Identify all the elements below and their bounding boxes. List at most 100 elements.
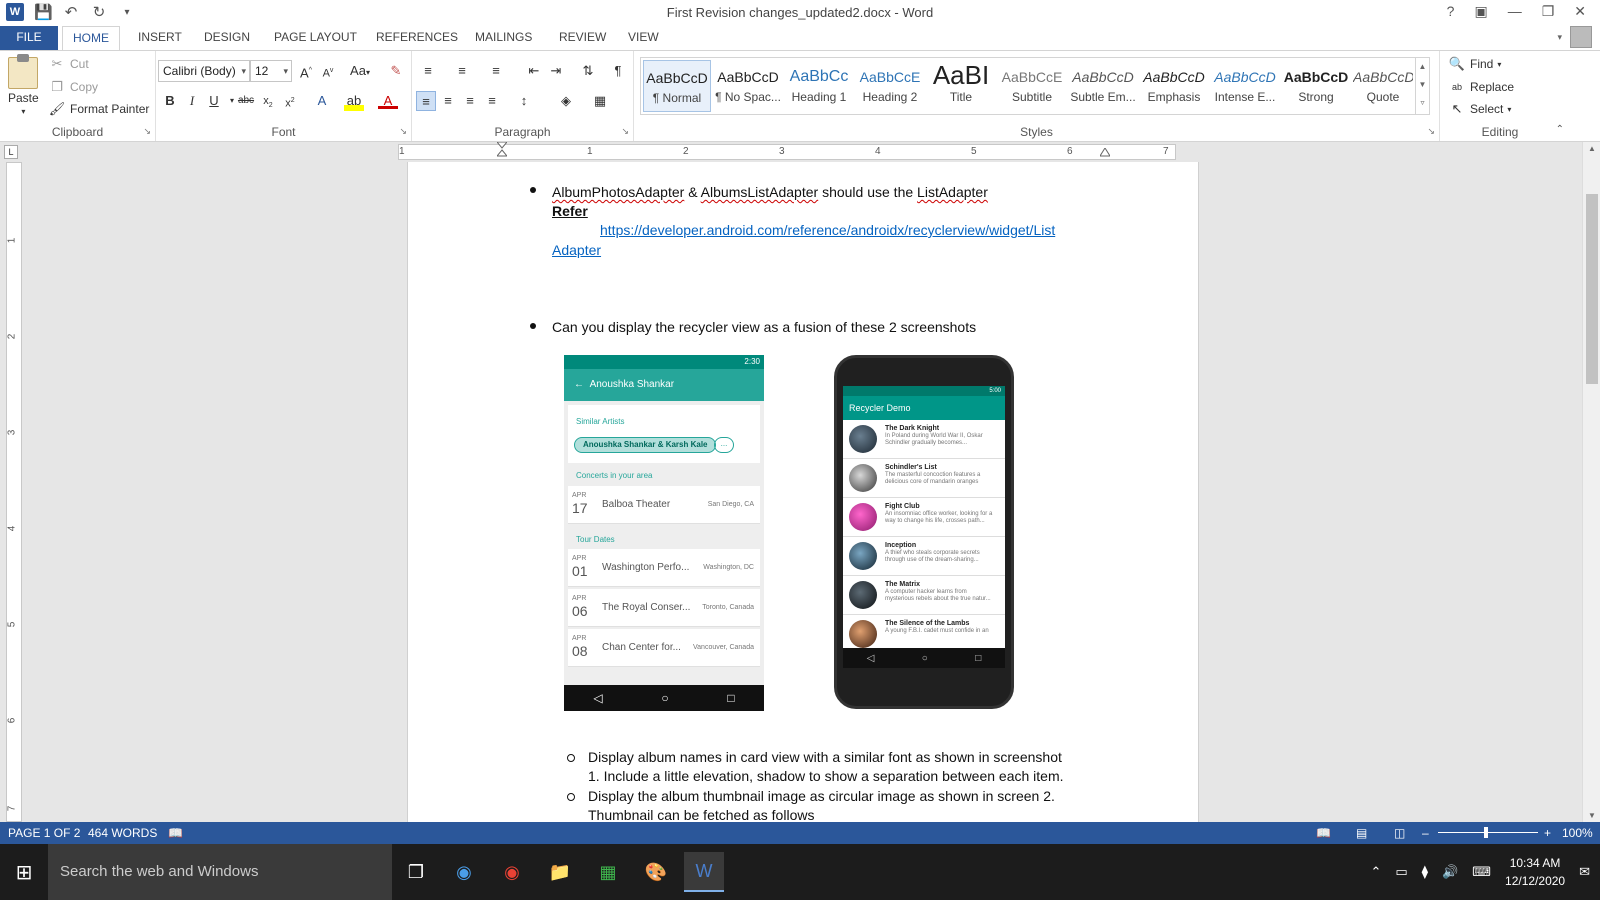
bold-button[interactable]: B: [160, 91, 180, 111]
text-effects-icon[interactable]: A: [312, 91, 332, 111]
taskbar-clock[interactable]: 10:34 AM 12/12/2020: [1505, 854, 1565, 890]
shrink-font-icon[interactable]: Av: [318, 61, 338, 81]
horizontal-ruler[interactable]: 1 1 2 3 4 5 6 7: [398, 144, 1176, 160]
more-styles-icon[interactable]: ▿: [1416, 94, 1429, 112]
tab-review[interactable]: REVIEW: [549, 26, 616, 50]
numbering-icon[interactable]: ≡: [452, 61, 472, 81]
dialog-launcher-icon[interactable]: ↘: [399, 126, 407, 137]
paint-icon[interactable]: 🎨: [636, 852, 676, 892]
scrollbar-thumb[interactable]: [1586, 194, 1598, 384]
style-subtitle[interactable]: AaBbCcE Subtitle: [998, 60, 1066, 112]
shading-icon[interactable]: ◈: [556, 91, 576, 111]
underline-button[interactable]: U: [204, 91, 224, 111]
grow-font-icon[interactable]: A^: [296, 61, 316, 81]
tab-mailings[interactable]: MAILINGS: [465, 26, 542, 50]
clear-formatting-icon[interactable]: ✎: [386, 61, 406, 81]
increase-indent-icon[interactable]: ⇥: [546, 61, 566, 81]
customize-qat-icon[interactable]: ▾: [118, 7, 136, 18]
zoom-slider-thumb[interactable]: [1484, 827, 1488, 838]
paste-button[interactable]: Paste ▾: [8, 54, 39, 116]
keyboard-icon[interactable]: ⌨: [1472, 864, 1491, 880]
style-strong[interactable]: AaBbCcD Strong: [1282, 60, 1350, 112]
find-button[interactable]: 🔍 Find ▾: [1448, 55, 1501, 73]
style-quote[interactable]: AaBbCcD Quote: [1353, 60, 1413, 112]
print-layout-icon[interactable]: ▤: [1356, 826, 1367, 840]
style-normal[interactable]: AaBbCcD ¶ Normal: [643, 60, 711, 112]
style-emphasis[interactable]: AaBbCcD Emphasis: [1140, 60, 1208, 112]
dropdown-arrow-icon[interactable]: ▾: [1557, 32, 1562, 43]
zoom-out-button[interactable]: –: [1422, 826, 1429, 840]
tab-insert[interactable]: INSERT: [128, 26, 192, 50]
tab-selector[interactable]: L: [4, 145, 18, 159]
align-center-icon[interactable]: ≡: [438, 91, 458, 111]
style-heading-1[interactable]: AaBbCc Heading 1: [785, 60, 853, 112]
close-button[interactable]: ✕: [1574, 3, 1586, 20]
redo-icon[interactable]: ↻: [90, 3, 108, 21]
vertical-ruler[interactable]: 1 2 3 4 5 6 7: [6, 162, 22, 822]
read-mode-icon[interactable]: 📖: [1316, 826, 1331, 840]
dialog-launcher-icon[interactable]: ↘: [143, 126, 151, 137]
undo-icon[interactable]: ↶: [62, 3, 80, 21]
indent-marker-icon[interactable]: [497, 142, 507, 160]
word-app-icon[interactable]: W: [6, 3, 24, 21]
styles-gallery-scroll[interactable]: ▲ ▼ ▿: [1415, 58, 1429, 114]
replace-button[interactable]: ab Replace: [1448, 78, 1514, 96]
dialog-launcher-icon[interactable]: ↘: [1427, 126, 1435, 137]
chrome-icon[interactable]: ◉: [492, 852, 532, 892]
italic-button[interactable]: I: [182, 91, 202, 111]
style-intense-emphasis[interactable]: AaBbCcD Intense E...: [1211, 60, 1279, 112]
right-indent-marker-icon[interactable]: [1100, 148, 1110, 158]
edge-browser-icon[interactable]: ◉: [444, 852, 484, 892]
notifications-icon[interactable]: ✉: [1579, 864, 1590, 880]
line-spacing-icon[interactable]: ↕: [514, 91, 534, 111]
volume-icon[interactable]: 🔊: [1442, 864, 1458, 880]
excel-icon[interactable]: ▦: [588, 852, 628, 892]
copy-button[interactable]: ❐ Copy: [48, 78, 98, 96]
select-button[interactable]: ↖ Select ▾: [1448, 100, 1512, 118]
style-heading-2[interactable]: AaBbCcE Heading 2: [856, 60, 924, 112]
superscript-button[interactable]: x2: [280, 91, 300, 111]
scroll-down-icon[interactable]: ▼: [1583, 811, 1600, 820]
battery-icon[interactable]: ▭: [1395, 864, 1407, 880]
document-page[interactable]: AlbumPhotosAdapter & AlbumsListAdapter s…: [407, 162, 1199, 832]
listadapter-link[interactable]: https://developer.android.com/reference/…: [600, 222, 1055, 238]
zoom-level[interactable]: 100%: [1562, 826, 1593, 840]
tab-page-layout[interactable]: PAGE LAYOUT: [264, 26, 367, 50]
minimize-button[interactable]: —: [1508, 3, 1522, 20]
format-painter-button[interactable]: 🖌 Format Painter: [48, 100, 150, 118]
highlight-color-icon[interactable]: ab: [344, 91, 364, 111]
save-icon[interactable]: 💾: [34, 3, 53, 21]
page-count[interactable]: PAGE 1 OF 2: [8, 826, 80, 840]
file-explorer-icon[interactable]: 📁: [540, 852, 580, 892]
listadapter-link-continued[interactable]: Adapter: [552, 242, 601, 258]
restore-button[interactable]: ❐: [1542, 3, 1555, 20]
zoom-slider[interactable]: [1438, 832, 1538, 833]
style-title[interactable]: AaBI Title: [927, 60, 995, 112]
collapse-ribbon-icon[interactable]: ⌃: [1556, 124, 1564, 135]
proofing-icon[interactable]: 📖: [168, 826, 183, 840]
change-case-button[interactable]: Aa▾: [346, 61, 374, 81]
align-left-icon[interactable]: ≡: [416, 91, 436, 111]
task-view-icon[interactable]: ❐: [396, 852, 436, 892]
word-count[interactable]: 464 WORDS: [88, 826, 157, 840]
zoom-in-button[interactable]: +: [1544, 826, 1551, 840]
style-no-spacing[interactable]: AaBbCcD ¶ No Spac...: [714, 60, 782, 112]
scroll-up-icon[interactable]: ▲: [1583, 144, 1600, 153]
ribbon-display-button[interactable]: ▣: [1474, 3, 1487, 20]
web-layout-icon[interactable]: ◫: [1394, 826, 1405, 840]
borders-icon[interactable]: ▦: [590, 91, 610, 111]
tab-references[interactable]: REFERENCES: [366, 26, 468, 50]
tab-home[interactable]: HOME: [62, 26, 120, 51]
tab-file[interactable]: FILE: [0, 26, 58, 50]
multilevel-list-icon[interactable]: ≡: [486, 61, 506, 81]
font-color-icon[interactable]: A: [378, 91, 398, 109]
help-button[interactable]: ?: [1447, 3, 1455, 20]
align-right-icon[interactable]: ≡: [460, 91, 480, 111]
subscript-button[interactable]: x2: [258, 91, 278, 111]
chevron-up-icon[interactable]: ⌃: [1370, 864, 1381, 880]
style-subtle-emphasis[interactable]: AaBbCcD Subtle Em...: [1069, 60, 1137, 112]
show-formatting-icon[interactable]: ¶: [608, 61, 628, 81]
dialog-launcher-icon[interactable]: ↘: [621, 126, 629, 137]
tab-view[interactable]: VIEW: [618, 26, 669, 50]
vertical-scrollbar[interactable]: ▲ ▼: [1582, 142, 1600, 822]
